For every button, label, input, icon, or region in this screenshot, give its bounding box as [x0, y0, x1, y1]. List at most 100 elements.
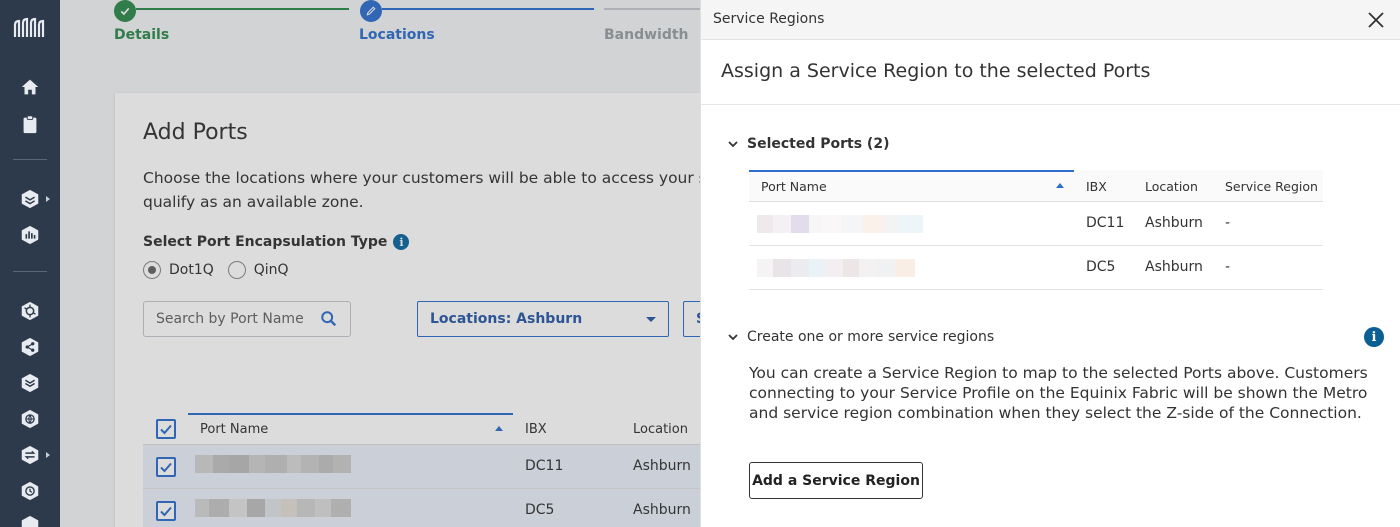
table-header: Port Name IBX Location Service Region	[749, 170, 1323, 202]
step-locations-label[interactable]: Locations	[359, 27, 435, 43]
search-placeholder: Search by Port Name	[156, 311, 304, 327]
step-connector	[382, 8, 594, 10]
radio-checked-icon[interactable]	[143, 261, 161, 279]
layers-icon[interactable]	[18, 187, 42, 211]
info-icon[interactable]: i	[393, 234, 410, 250]
close-icon[interactable]	[1366, 10, 1386, 30]
stack-icon[interactable]	[18, 371, 42, 395]
page-description: Choose the locations where your customer…	[143, 166, 700, 214]
page-description-line: qualify as an available zone.	[143, 193, 364, 211]
location-filter-value: Locations: Ashburn	[430, 311, 583, 327]
panel-header: Assign a Service Region to the selected …	[701, 40, 1400, 105]
radio-qinq[interactable]: QinQ	[227, 261, 289, 279]
cell-ibx: DC11	[1086, 215, 1125, 231]
table-row: DC5 Ashburn -	[749, 246, 1323, 290]
selected-ports-toggle[interactable]: Selected Ports (2)	[727, 136, 889, 152]
column-header-location[interactable]: Location	[1145, 179, 1198, 194]
sort-indicator-line	[749, 170, 1074, 172]
page-title: Add Ports	[143, 120, 248, 145]
table-row[interactable]: DC11 Ashburn	[143, 445, 700, 489]
add-service-region-button[interactable]: Add a Service Region	[749, 462, 923, 499]
network-hex-icon[interactable]	[18, 299, 42, 323]
column-header-ibx[interactable]: IBX	[1086, 179, 1107, 194]
step-connector	[604, 8, 700, 10]
step-done-check-icon[interactable]	[114, 0, 136, 22]
radio-label: Dot1Q	[169, 262, 214, 278]
redacted-port-name	[195, 499, 351, 517]
add-ports-card: Add Ports Choose the locations where you…	[115, 93, 700, 527]
cell-ibx: DC5	[1086, 259, 1116, 275]
cell-service-region: -	[1225, 215, 1231, 231]
sort-ascending-icon[interactable]	[495, 426, 503, 431]
panel-title-bar: Service Regions	[701, 0, 1400, 40]
radio-unchecked-icon[interactable]	[227, 261, 246, 279]
page-description-line: Choose the locations where your customer…	[143, 169, 700, 187]
selected-ports-label: Selected Ports (2)	[747, 136, 890, 152]
redacted-port-name	[757, 259, 915, 277]
description-line: You can create a Service Region to map t…	[749, 364, 1368, 382]
equinix-logo-icon[interactable]	[12, 17, 48, 41]
sidebar-divider	[13, 159, 47, 160]
table-header: Port Name IBX Location	[143, 413, 700, 445]
clock-icon[interactable]	[18, 479, 42, 503]
secondary-filter-select[interactable]: S	[683, 301, 700, 337]
radio-label: QinQ	[253, 262, 289, 278]
info-icon[interactable]: i	[1364, 327, 1384, 347]
chart-icon[interactable]	[18, 223, 42, 247]
chevron-down-icon	[728, 141, 738, 148]
step-bandwidth-label[interactable]: Bandwidth	[604, 27, 689, 43]
select-all-checkbox[interactable]	[156, 419, 176, 439]
moon-icon[interactable]	[18, 513, 42, 527]
redacted-port-name	[195, 455, 351, 473]
caret-right-icon	[46, 196, 50, 202]
step-details-label[interactable]: Details	[114, 27, 169, 43]
sort-ascending-icon[interactable]	[1056, 183, 1064, 188]
cell-location: Ashburn	[633, 502, 691, 518]
step-connector	[136, 8, 349, 10]
caret-down-icon	[646, 316, 656, 322]
column-header-location[interactable]: Location	[633, 422, 688, 437]
radio-dot1q[interactable]: Dot1Q	[143, 261, 214, 279]
location-filter-select[interactable]: Locations: Ashburn	[417, 301, 669, 337]
panel-heading: Assign a Service Region to the selected …	[721, 60, 1151, 82]
create-regions-toggle[interactable]: Create one or more service regions	[727, 329, 994, 345]
port-search-input[interactable]: Search by Port Name	[143, 301, 351, 337]
selected-ports-table: Port Name IBX Location Service Region DC…	[749, 170, 1323, 290]
column-header-port-name[interactable]: Port Name	[200, 422, 268, 437]
description-line: connecting to your Service Profile on th…	[749, 384, 1368, 402]
create-regions-label: Create one or more service regions	[747, 329, 995, 345]
encapsulation-radio-group: Dot1Q QinQ	[143, 261, 289, 279]
clipboard-icon[interactable]	[18, 112, 42, 136]
caret-right-icon	[46, 452, 50, 458]
transfer-icon[interactable]	[18, 443, 42, 467]
row-checkbox[interactable]	[156, 457, 176, 477]
sidebar	[0, 0, 60, 527]
main-content: Details Locations Bandwidth Add Ports Ch…	[60, 0, 700, 527]
share-icon[interactable]	[18, 335, 42, 359]
redacted-port-name	[757, 215, 923, 233]
sort-indicator-line	[188, 413, 513, 415]
create-regions-description: You can create a Service Region to map t…	[749, 363, 1369, 423]
column-header-port-name[interactable]: Port Name	[761, 179, 827, 194]
panel-window-title: Service Regions	[713, 11, 825, 27]
table-row: DC11 Ashburn -	[749, 202, 1323, 246]
step-edit-pencil-icon[interactable]	[360, 0, 382, 22]
search-icon[interactable]	[320, 310, 338, 328]
wizard-stepper: Details Locations Bandwidth	[60, 0, 700, 60]
cell-location: Ashburn	[633, 458, 691, 474]
sidebar-divider	[13, 271, 47, 272]
chevron-down-icon	[728, 334, 738, 341]
encapsulation-label: Select Port Encapsulation Type i	[143, 234, 410, 250]
description-line: and service region combination when they…	[749, 404, 1362, 422]
cell-ibx: DC11	[525, 458, 564, 474]
cell-service-region: -	[1225, 259, 1231, 275]
table-row[interactable]: DC5 Ashburn	[143, 489, 700, 527]
column-header-service-region[interactable]: Service Region	[1225, 179, 1318, 194]
cell-location: Ashburn	[1145, 259, 1203, 275]
globe-icon[interactable]	[18, 407, 42, 431]
column-header-ibx[interactable]: IBX	[525, 422, 547, 437]
service-regions-panel: Service Regions Assign a Service Region …	[700, 0, 1400, 527]
row-checkbox[interactable]	[156, 501, 176, 521]
encapsulation-label-text: Select Port Encapsulation Type	[143, 234, 388, 250]
home-icon[interactable]	[18, 75, 42, 99]
